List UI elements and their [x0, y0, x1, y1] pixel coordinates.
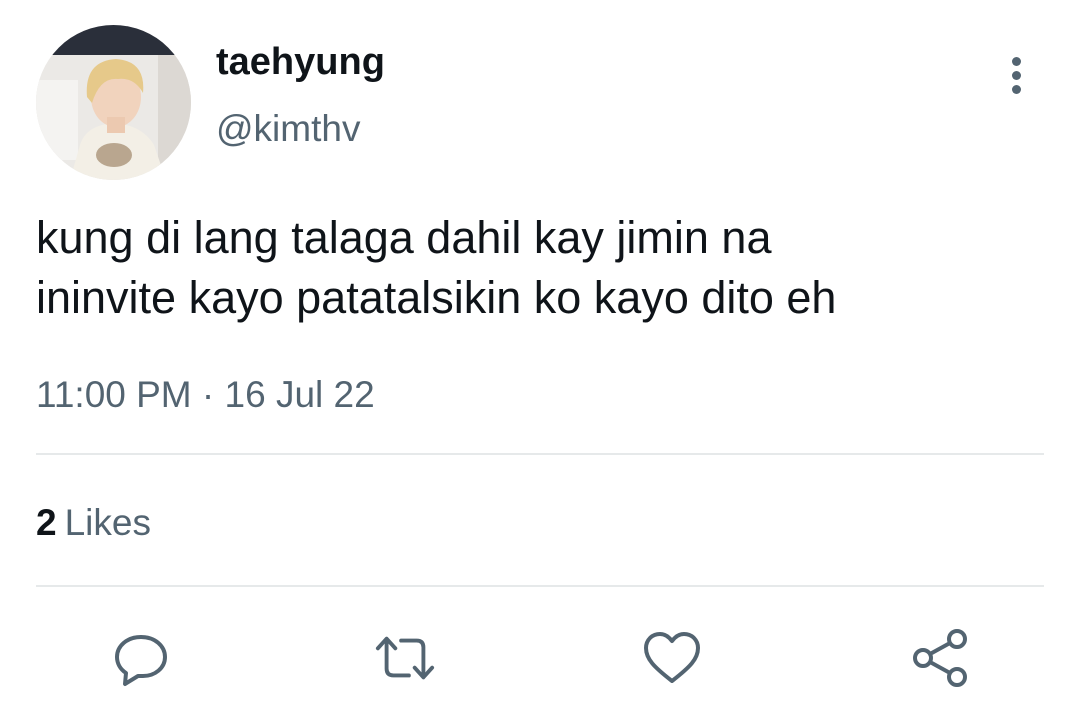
retweet-button[interactable] [374, 625, 436, 691]
avatar[interactable] [36, 25, 191, 180]
tweet-text-line: kung di lang talaga dahil kay jimin na [36, 212, 772, 263]
more-dot [1011, 84, 1021, 94]
likes-count: 2 [36, 502, 57, 543]
author-display-name[interactable]: taehyung [216, 38, 385, 86]
divider [36, 453, 1044, 455]
more-dot [1011, 70, 1021, 80]
reply-button[interactable] [110, 625, 172, 691]
more-dot [1011, 56, 1021, 66]
tweet-text: kung di lang talaga dahil kay jimin na i… [36, 208, 1046, 328]
avatar-photo [36, 25, 191, 180]
more-options-icon[interactable] [996, 52, 1036, 98]
tweet-timestamp[interactable]: 11:00 PM · 16 Jul 22 [36, 372, 375, 418]
reply-icon [115, 635, 167, 686]
share-button[interactable] [909, 625, 971, 691]
likes-label: Likes [64, 502, 151, 543]
like-button[interactable] [641, 625, 703, 691]
share-icon [913, 629, 967, 687]
likes-link[interactable]: 2 Likes [36, 500, 151, 546]
retweet-icon [375, 636, 435, 680]
author-handle[interactable]: @kimthv [216, 106, 360, 152]
heart-icon [644, 632, 700, 683]
tweet-text-line: ininvite kayo patatalsikin ko kayo dito … [36, 272, 837, 323]
divider [36, 585, 1044, 587]
